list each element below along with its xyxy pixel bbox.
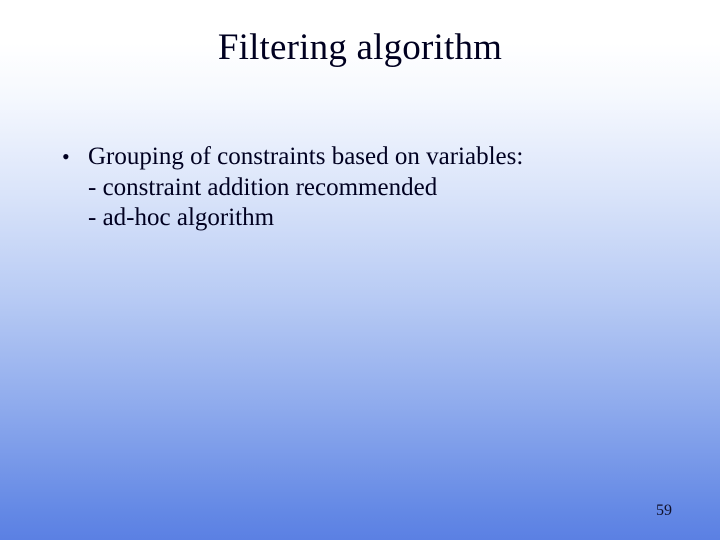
bullet-marker: • xyxy=(62,142,88,234)
bullet-line-1: Grouping of constraints based on variabl… xyxy=(88,142,660,173)
slide-body: • Grouping of constraints based on varia… xyxy=(62,142,660,234)
slide: Filtering algorithm • Grouping of constr… xyxy=(0,0,720,540)
bullet-text: Grouping of constraints based on variabl… xyxy=(88,142,660,234)
bullet-line-3: - ad-hoc algorithm xyxy=(88,203,660,234)
bullet-item: • Grouping of constraints based on varia… xyxy=(62,142,660,234)
page-number: 59 xyxy=(656,502,672,520)
slide-title: Filtering algorithm xyxy=(0,0,720,69)
bullet-line-2: - constraint addition recommended xyxy=(88,173,660,204)
